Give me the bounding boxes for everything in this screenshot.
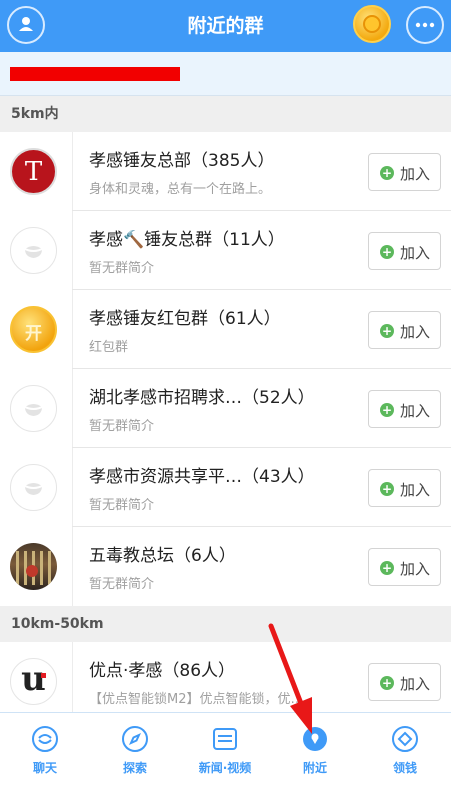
- group-row[interactable]: u 优点·孝感（86人） 【优点智能锁M2】优点智能锁，优… + 加入: [0, 642, 451, 712]
- logo-red-mark: [41, 673, 46, 678]
- diamond-icon: [392, 726, 418, 752]
- divider: [72, 527, 73, 606]
- user-icon: [19, 17, 33, 31]
- tab-label: 新闻·视频: [198, 761, 252, 775]
- join-button[interactable]: + 加入: [368, 390, 441, 428]
- location-pin-icon: [303, 727, 327, 751]
- avatar-logo-letter: u: [21, 659, 46, 699]
- tab-news-video[interactable]: 新闻·视频: [180, 713, 270, 785]
- group-description: 暂无群简介: [89, 419, 155, 434]
- plus-icon: +: [380, 561, 394, 575]
- tab-chat[interactable]: 聊天: [0, 713, 90, 785]
- avatar-letter: 开: [25, 324, 42, 344]
- plus-icon: +: [380, 482, 394, 496]
- notice-banner[interactable]: [0, 52, 451, 96]
- group-name: 孝感🔨锤友总群（11人）: [89, 230, 285, 250]
- profile-button[interactable]: [7, 6, 45, 44]
- news-icon: [213, 728, 237, 750]
- plus-icon: +: [380, 245, 394, 259]
- tab-label: 附近: [302, 761, 327, 775]
- tab-label: 领钱: [392, 761, 417, 775]
- group-row[interactable]: 五毒教总坛（6人） 暂无群简介 + 加入: [0, 527, 451, 606]
- group-avatar-photo: [10, 543, 57, 590]
- avatar-letter: T: [24, 157, 43, 187]
- group-avatar: T: [10, 148, 57, 195]
- join-label: 加入: [400, 323, 431, 341]
- join-label: 加入: [400, 402, 431, 420]
- group-row[interactable]: T 孝感锤友总部（385人） 身体和灵魂，总有一个在路上。 + 加入: [0, 132, 451, 211]
- section-header-5km: 5km内: [0, 96, 451, 132]
- plus-icon: +: [380, 403, 394, 417]
- join-label: 加入: [400, 244, 431, 262]
- group-name: 优点·孝感（86人）: [89, 661, 236, 681]
- group-row[interactable]: 湖北孝感市招聘求…（52人） 暂无群简介 + 加入: [0, 369, 451, 448]
- group-name: 孝感锤友红包群（61人）: [89, 309, 281, 329]
- join-button[interactable]: + 加入: [368, 663, 441, 701]
- default-group-icon: [22, 483, 45, 495]
- group-description: 身体和灵魂，总有一个在路上。: [89, 182, 272, 197]
- group-description: 暂无群简介: [89, 498, 155, 513]
- join-button[interactable]: + 加入: [368, 232, 441, 270]
- plus-icon: +: [380, 166, 394, 180]
- tab-explore[interactable]: 探索: [90, 713, 180, 785]
- tab-label: 聊天: [32, 761, 57, 775]
- group-row[interactable]: 孝感市资源共享平…（43人） 暂无群简介 + 加入: [0, 448, 451, 527]
- default-group-icon: [22, 404, 45, 416]
- tab-earn-money[interactable]: 领钱: [360, 713, 450, 785]
- default-group-icon: [22, 246, 45, 258]
- bottom-tab-bar: 聊天 探索 新闻·视频 附近 领钱: [0, 712, 451, 785]
- more-button[interactable]: [406, 6, 444, 44]
- group-avatar: [10, 227, 57, 274]
- more-dots-icon: [415, 22, 435, 28]
- group-row[interactable]: 开 孝感锤友红包群（61人） 红包群 + 加入: [0, 290, 451, 369]
- section-header-10-50km: 10km-50km: [0, 606, 451, 642]
- divider: [72, 369, 73, 448]
- coin-icon: [363, 15, 381, 33]
- join-label: 加入: [400, 560, 431, 578]
- join-label: 加入: [400, 481, 431, 499]
- redaction-bar: [10, 67, 180, 81]
- tab-nearby[interactable]: 附近: [270, 713, 360, 785]
- group-description: 暂无群简介: [89, 577, 155, 592]
- divider: [72, 211, 73, 290]
- group-description: 暂无群简介: [89, 261, 155, 276]
- group-row[interactable]: 孝感🔨锤友总群（11人） 暂无群简介 + 加入: [0, 211, 451, 290]
- group-avatar: [10, 385, 57, 432]
- chat-icon: [32, 726, 58, 752]
- group-description: 红包群: [89, 340, 129, 355]
- tab-label: 探索: [122, 761, 147, 775]
- join-label: 加入: [400, 165, 431, 183]
- group-avatar: u: [10, 658, 57, 705]
- join-button[interactable]: + 加入: [368, 548, 441, 586]
- plus-icon: +: [380, 676, 394, 690]
- join-label: 加入: [400, 675, 431, 693]
- group-avatar: 开: [10, 306, 57, 353]
- divider: [72, 448, 73, 527]
- group-name: 孝感市资源共享平…（43人）: [89, 467, 315, 487]
- coin-button[interactable]: [353, 5, 391, 43]
- group-name: 孝感锤友总部（385人）: [89, 151, 275, 171]
- group-name: 湖北孝感市招聘求…（52人）: [89, 388, 315, 408]
- group-name: 五毒教总坛（6人）: [89, 546, 236, 566]
- plus-icon: +: [380, 324, 394, 338]
- join-button[interactable]: + 加入: [368, 153, 441, 191]
- top-bar: 附近的群: [0, 0, 451, 52]
- group-description: 【优点智能锁M2】优点智能锁，优…: [89, 692, 304, 707]
- group-avatar: [10, 464, 57, 511]
- compass-icon: [122, 726, 148, 752]
- join-button[interactable]: + 加入: [368, 469, 441, 507]
- divider: [72, 642, 73, 712]
- divider: [72, 132, 73, 211]
- photo-image: [16, 551, 51, 585]
- join-button[interactable]: + 加入: [368, 311, 441, 349]
- divider: [72, 290, 73, 369]
